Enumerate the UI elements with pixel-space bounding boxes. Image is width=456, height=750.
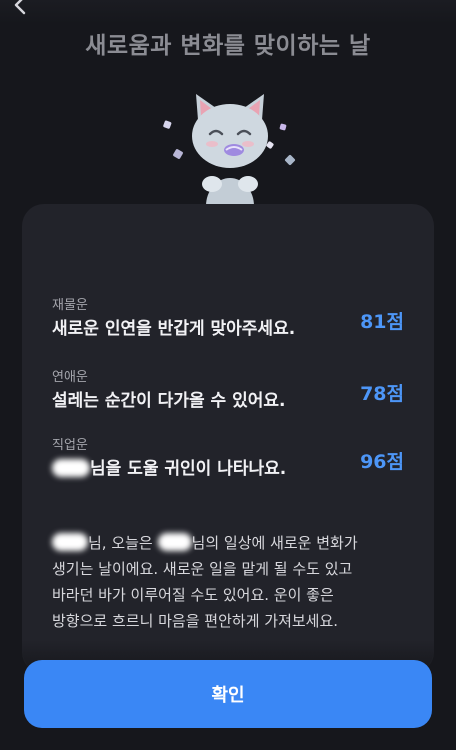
fortune-summary: 님, 오늘은 님의 일상에 새로운 변화가 생기는 날이에요. 새로운 일을 맡…	[52, 530, 422, 634]
fortune-category: 연애운	[52, 370, 88, 385]
fortune-category: 직업운	[52, 438, 88, 453]
page-title: 새로움과 변화를 맞이하는 날	[85, 33, 371, 59]
fortune-category: 재물운	[52, 298, 88, 313]
summary-line1-a: 님, 오늘은	[88, 534, 153, 552]
back-arrow-icon[interactable]	[10, 0, 32, 16]
redacted-name	[157, 533, 192, 551]
fortune-row-love: 연애운 설레는 순간이 다가올 수 있어요. 78점	[52, 366, 412, 426]
status-area	[0, 0, 456, 24]
fortune-message: 새로운 인연을 반갑게 맞아주세요.	[52, 319, 296, 339]
fortune-row-career: 직업운 님을 도울 귀인이 나타나요. 96점	[52, 434, 412, 494]
fortune-card: 재물운 새로운 인연을 반갑게 맞아주세요. 81점 연애운 설레는 순간이 다…	[22, 204, 434, 674]
fortune-message: 설레는 순간이 다가올 수 있어요.	[52, 391, 286, 411]
fortune-score: 81점	[360, 311, 404, 333]
redacted-name	[52, 533, 88, 551]
fortune-score: 96점	[360, 451, 404, 473]
redacted-name	[52, 459, 90, 477]
summary-line2: 생기는 날이에요. 새로운 일을 맡게 될 수도 있고	[52, 560, 353, 578]
summary-line1-b: 님의 일상에 새로운 변화가	[191, 534, 358, 552]
summary-line3: 바라던 바가 이루어질 수도 있어요. 운이 좋은	[52, 586, 334, 604]
fortune-row-wealth: 재물운 새로운 인연을 반갑게 맞아주세요. 81점	[52, 294, 412, 354]
fortune-score: 78점	[360, 383, 404, 405]
confirm-button[interactable]: 확인	[24, 660, 432, 728]
fortune-message-text: 님을 도울 귀인이 나타나요.	[90, 459, 287, 479]
fortune-message: 님을 도울 귀인이 나타나요.	[52, 454, 286, 479]
summary-line4: 방향으로 흐르니 마음을 편안하게 가져보세요.	[52, 612, 339, 630]
